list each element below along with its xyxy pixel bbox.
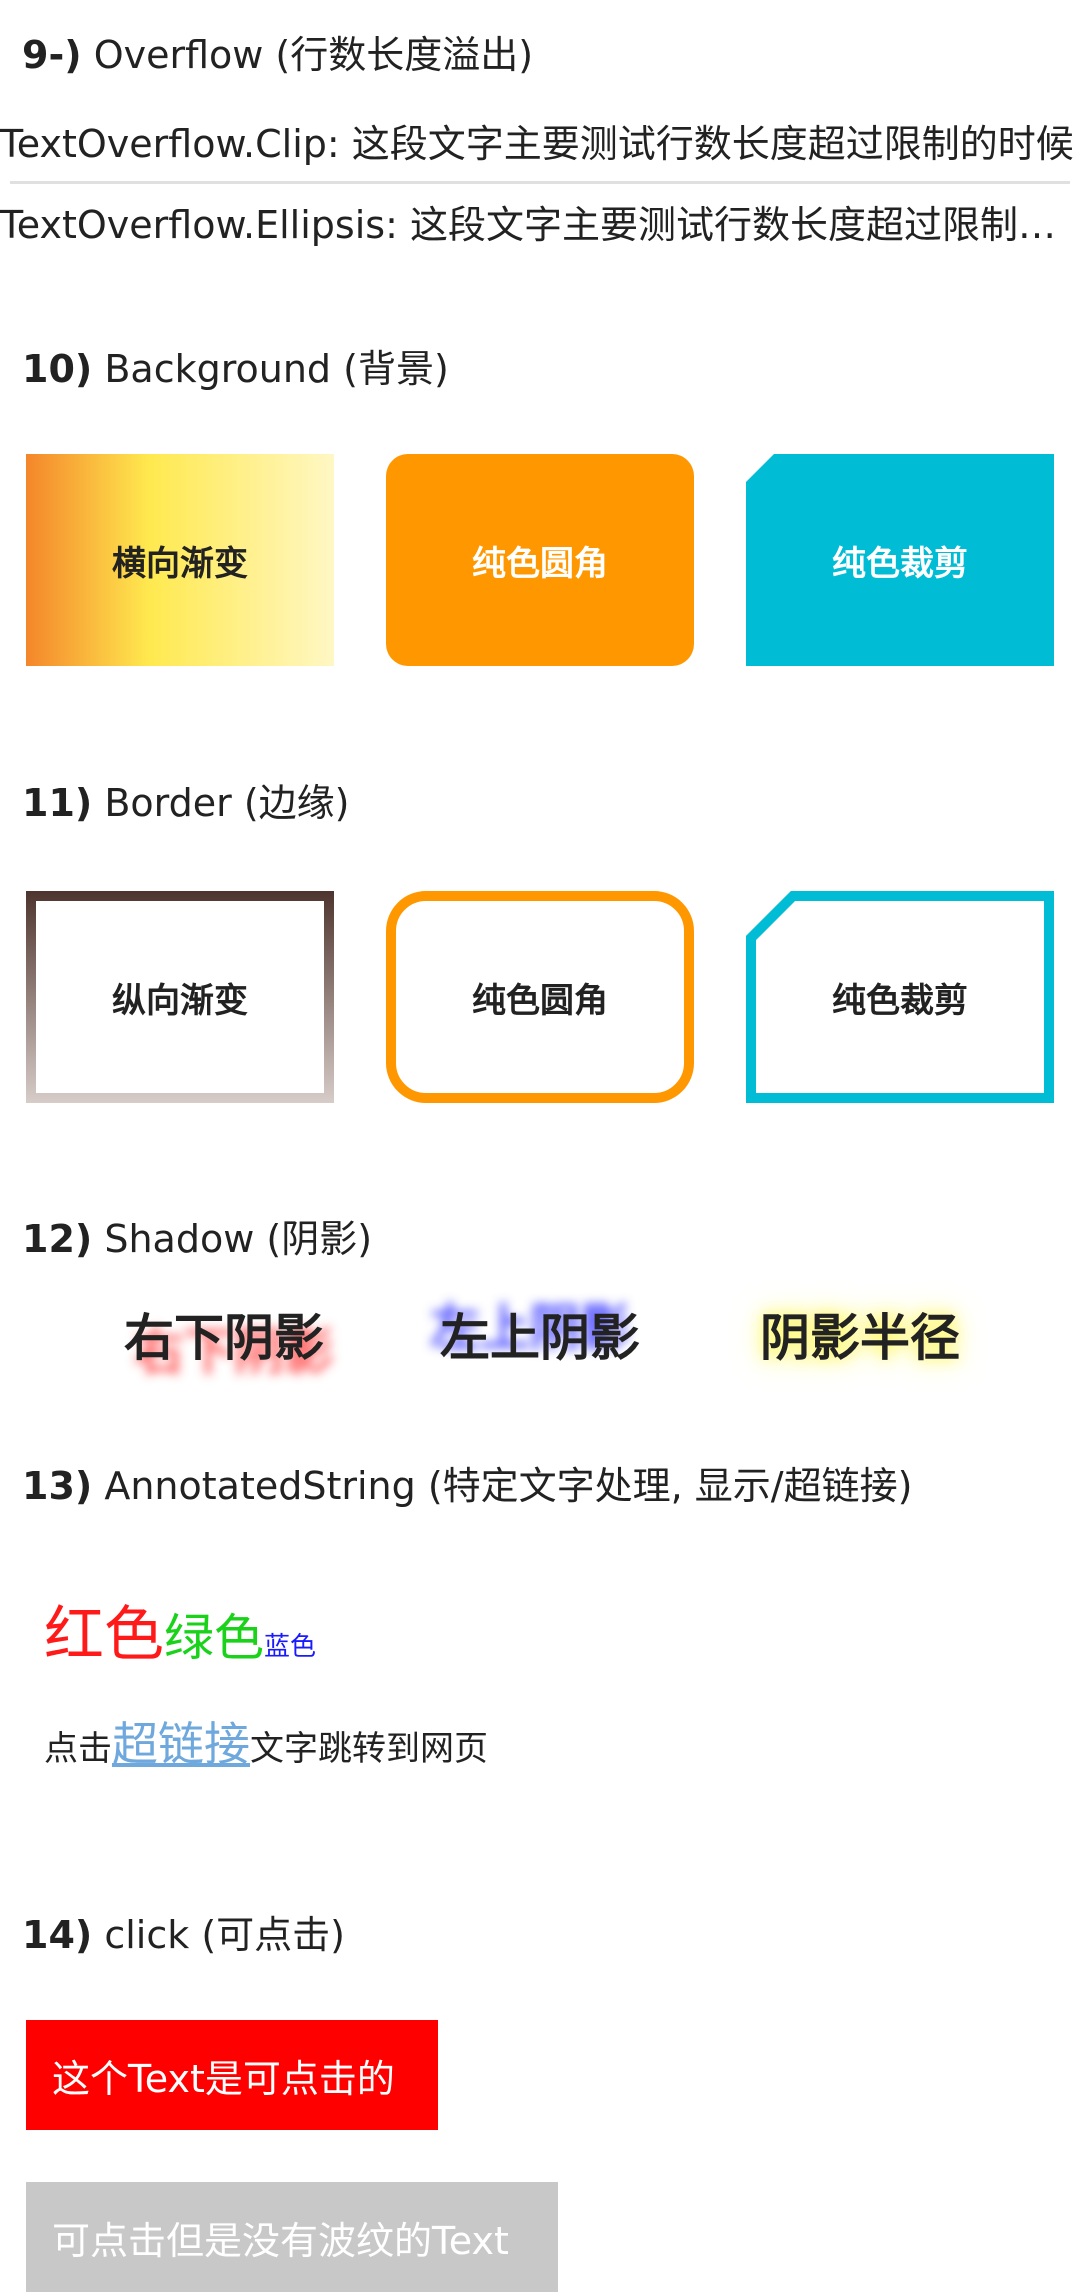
green-text: 绿色 xyxy=(164,1609,264,1667)
clickable-text-button[interactable]: 这个Text是可点击的 xyxy=(26,2020,438,2130)
section-9-title: Overflow (行数长度溢出) xyxy=(93,33,534,77)
hyperlink[interactable]: 超链接 xyxy=(112,1717,250,1771)
background-rounded-box: 纯色圆角 xyxy=(386,454,694,666)
shadow-radius-text: 阴影半径 xyxy=(760,1309,960,1367)
section-11-title: Border (边缘) xyxy=(104,781,350,825)
overflow-ellipsis-text: TextOverflow.Ellipsis: 这段文字主要测试行数长度超过限制的… xyxy=(0,203,1075,247)
section-9-heading: 9-) Overflow (行数长度溢出) xyxy=(22,28,533,82)
border-vertical-gradient-box: 纵向渐变 xyxy=(26,891,334,1103)
section-13-heading: 13) AnnotatedString (特定文字处理, 显示/超链接) xyxy=(22,1459,912,1513)
section-12-heading: 12) Shadow (阴影) xyxy=(22,1212,372,1266)
section-10-title: Background (背景) xyxy=(104,347,449,391)
link-suffix: 文字跳转到网页 xyxy=(250,1729,488,1769)
section-10-heading: 10) Background (背景) xyxy=(22,342,449,396)
background-cut-corner-box: 纯色裁剪 xyxy=(746,454,1054,666)
section-14-heading: 14) click (可点击) xyxy=(22,1908,345,1962)
section-10-number: 10) xyxy=(22,347,93,391)
border-vertical-gradient-label: 纵向渐变 xyxy=(36,901,324,1093)
red-text: 红色 xyxy=(44,1600,164,1670)
shadow-top-left-text: 左上阴影 xyxy=(440,1309,640,1367)
no-ripple-clickable-text-button[interactable]: 可点击但是没有波纹的Text xyxy=(26,2182,558,2292)
section-12-title: Shadow (阴影) xyxy=(104,1217,373,1261)
section-14-number: 14) xyxy=(22,1913,93,1957)
section-12-number: 12) xyxy=(22,1217,93,1261)
divider xyxy=(10,181,1070,184)
section-9-number: 9-) xyxy=(22,33,82,77)
border-cut-corner-box: 纯色裁剪 xyxy=(746,891,1054,1103)
link-prefix: 点击 xyxy=(44,1729,112,1769)
shadow-bottom-right-text: 右下阴影 xyxy=(124,1309,324,1367)
section-11-number: 11) xyxy=(22,781,93,825)
overflow-clip-text: TextOverflow.Clip: 这段文字主要测试行数长度超过限制的时候会怎… xyxy=(0,122,1075,166)
section-11-heading: 11) Border (边缘) xyxy=(22,776,349,830)
section-13-title: AnnotatedString (特定文字处理, 显示/超链接) xyxy=(104,1464,913,1508)
border-cut-corner-label: 纯色裁剪 xyxy=(832,980,968,1021)
blue-text: 蓝色 xyxy=(264,1632,317,1662)
background-horizontal-gradient-box: 横向渐变 xyxy=(26,454,334,666)
section-13-number: 13) xyxy=(22,1464,93,1508)
annotated-string-colors: 红色绿色蓝色 xyxy=(44,1595,316,1690)
section-14-title: click (可点击) xyxy=(104,1913,345,1957)
annotated-string-link-line: 点击超链接文字跳转到网页 xyxy=(44,1714,488,1779)
border-rounded-box: 纯色圆角 xyxy=(386,891,694,1103)
